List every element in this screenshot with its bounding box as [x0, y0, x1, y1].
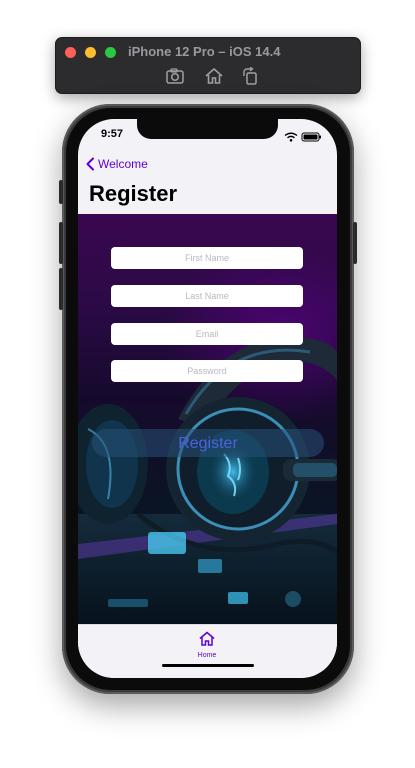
screenshot-icon[interactable] — [165, 67, 185, 85]
rotate-icon[interactable] — [241, 66, 261, 85]
volume-down-button — [59, 268, 63, 310]
tab-home-label: Home — [197, 652, 217, 659]
desktop: iPhone 12 Pro – iOS 14.4 9:57 Welcome Re… — [0, 0, 415, 768]
page-title: Register — [89, 181, 178, 206]
minimize-window-button[interactable] — [85, 47, 96, 58]
power-button — [353, 222, 357, 264]
status-icons — [283, 129, 323, 142]
notch — [137, 119, 278, 139]
status-time: 9:57 — [101, 128, 124, 140]
simulator-toolbar: iPhone 12 Pro – iOS 14.4 — [55, 37, 361, 94]
last-name-field[interactable] — [111, 285, 303, 307]
first-name-field[interactable] — [111, 247, 303, 269]
chevron-left-icon — [86, 157, 94, 171]
tab-bar: Home — [78, 624, 337, 678]
wifi-icon — [284, 132, 298, 142]
headphones-background-image — [78, 336, 337, 624]
battery-icon — [301, 132, 321, 142]
volume-up-button — [59, 222, 63, 264]
zoom-window-button[interactable] — [105, 47, 116, 58]
password-field[interactable] — [111, 360, 303, 382]
home-icon — [199, 631, 215, 646]
tab-home[interactable]: Home — [188, 631, 226, 659]
simulator-title: iPhone 12 Pro – iOS 14.4 — [128, 44, 281, 59]
back-button[interactable]: Welcome — [85, 156, 148, 172]
home-icon[interactable] — [204, 67, 224, 85]
phone-screen: 9:57 Welcome Register First Name Last Na… — [78, 119, 337, 678]
close-window-button[interactable] — [65, 47, 76, 58]
email-field[interactable] — [111, 323, 303, 345]
back-button-label: Welcome — [98, 157, 148, 171]
register-form-area: Register — [78, 214, 337, 624]
register-button[interactable]: Register — [92, 429, 324, 457]
home-indicator — [162, 664, 254, 667]
mute-switch — [59, 180, 63, 204]
